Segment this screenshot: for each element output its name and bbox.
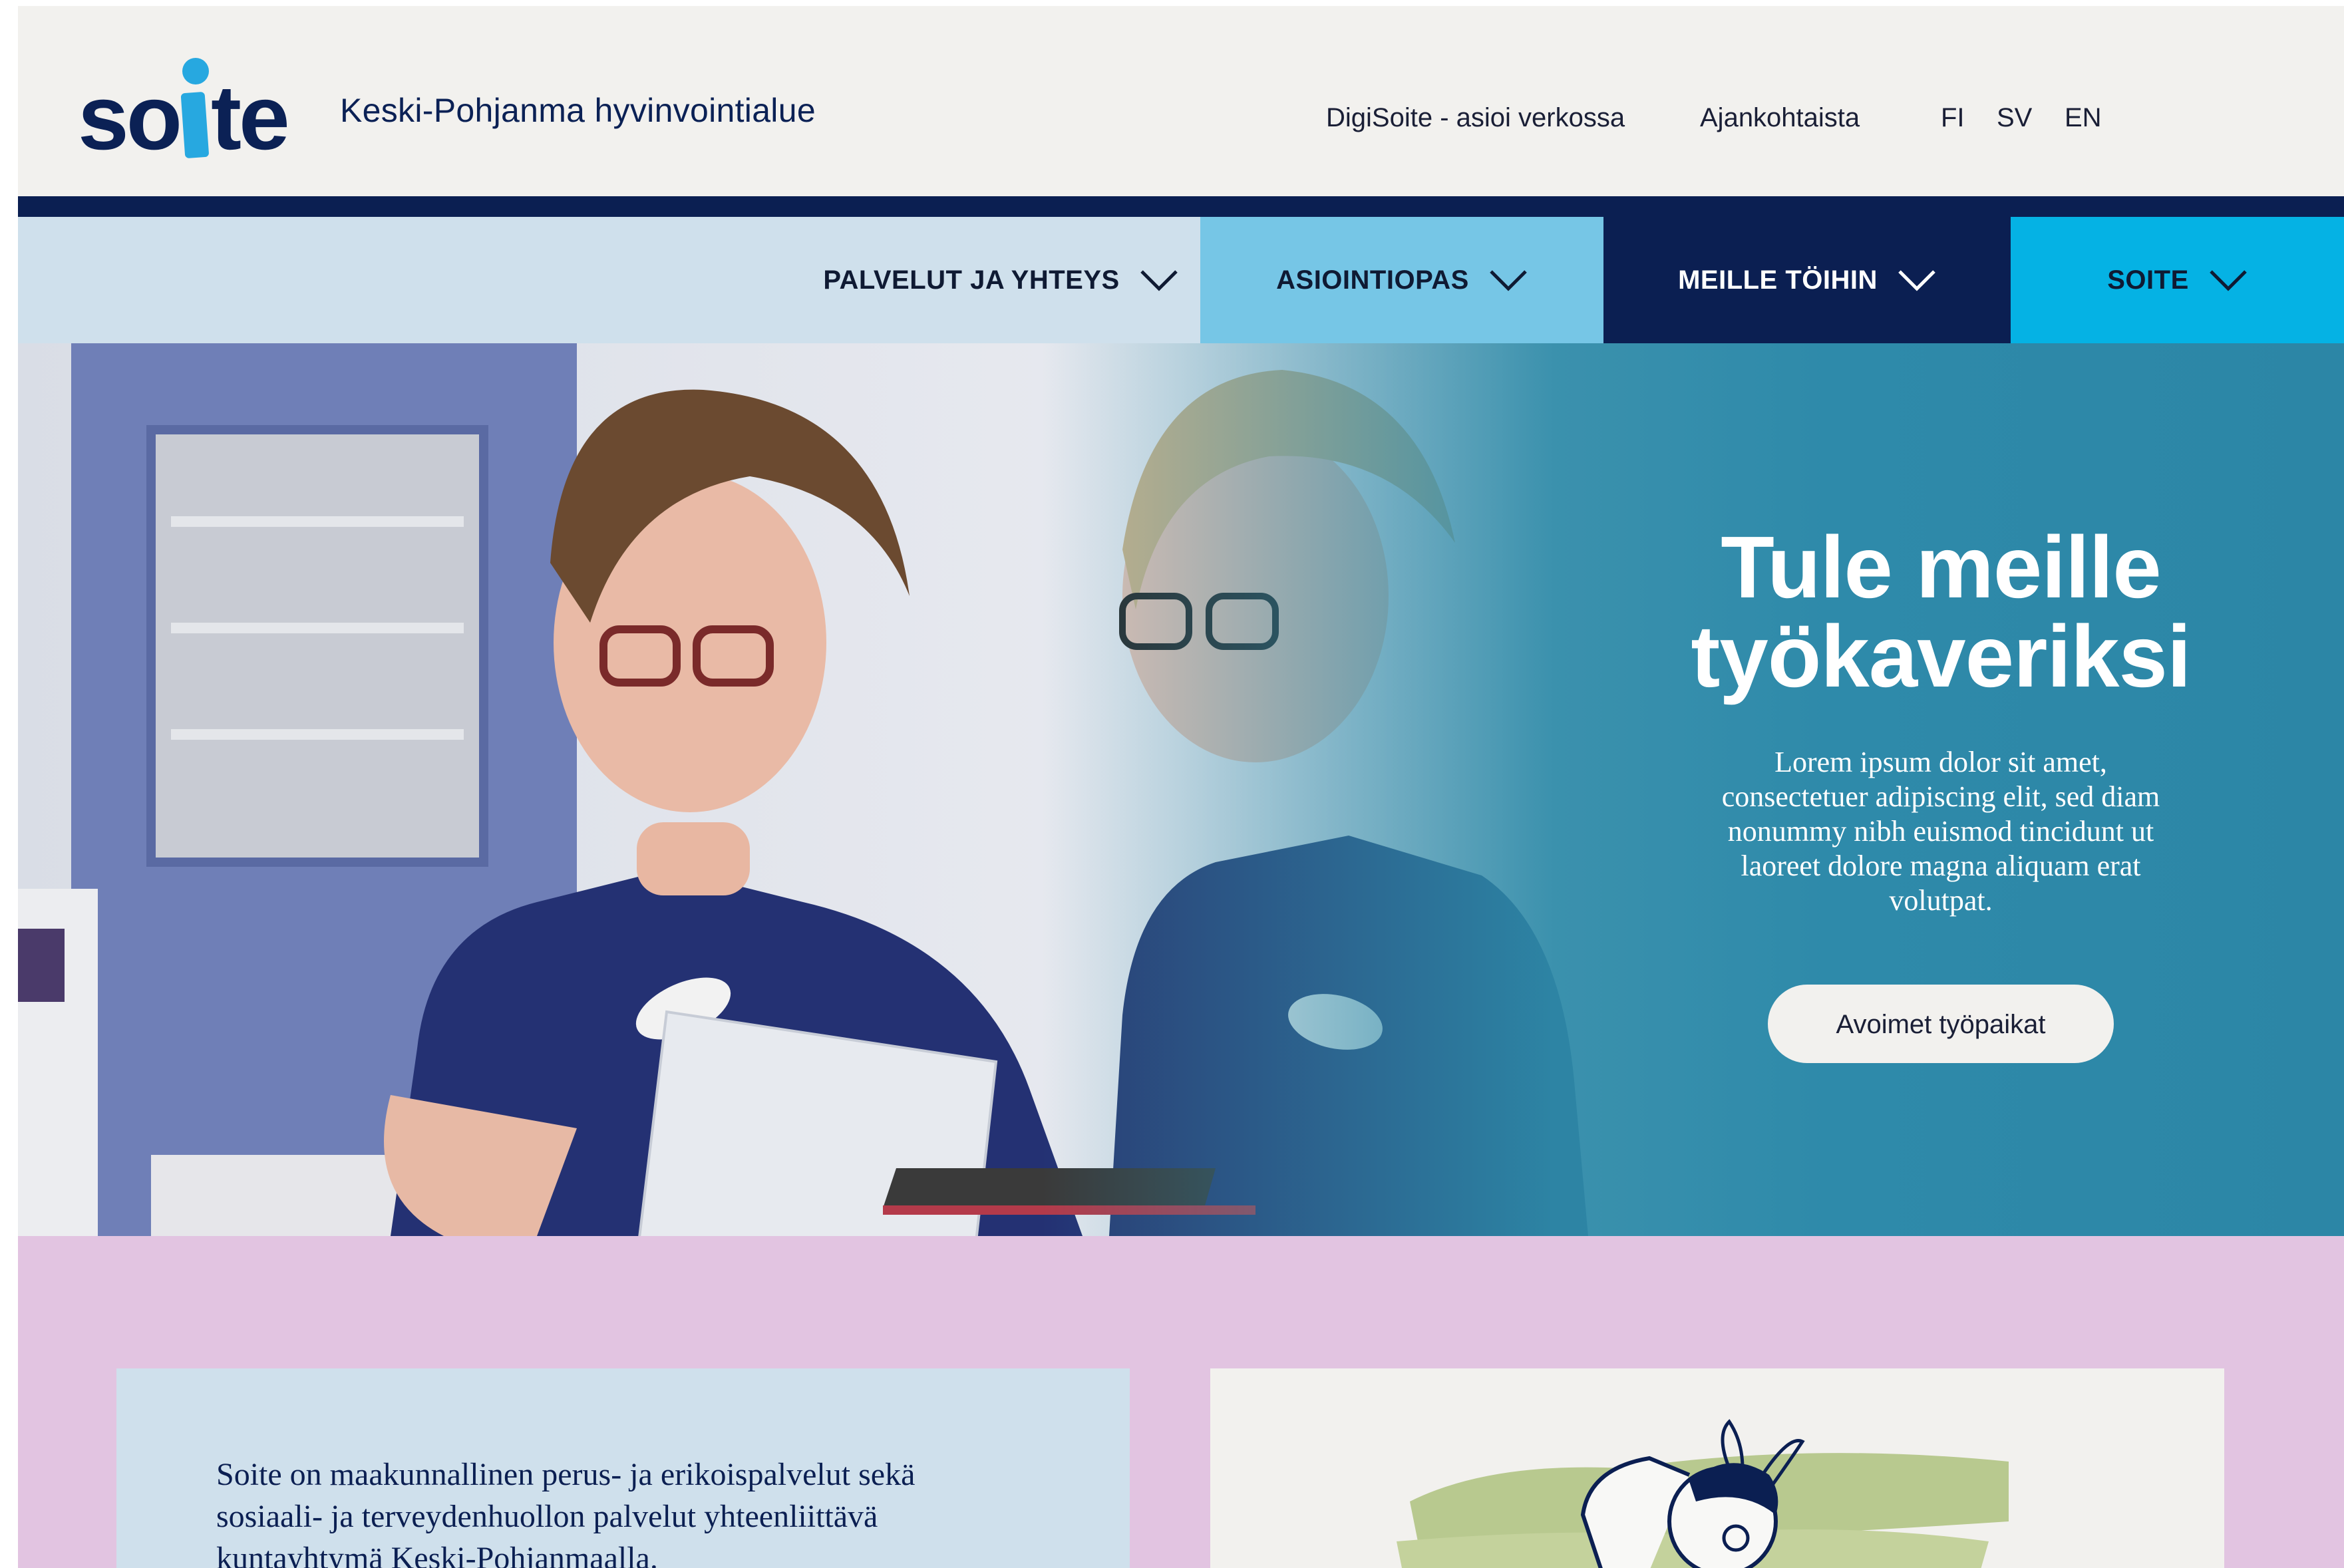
person-illustration [1397,1419,2009,1568]
chevron-down-icon [1898,270,1935,291]
lang-fi-link[interactable]: FI [1941,103,1965,133]
header-divider [18,196,2344,217]
nav-tab-label: SOITE [2107,265,2189,295]
digisoite-link[interactable]: DigiSoite - asioi verkossa [1326,103,1625,133]
page: so te Keski-Pohjanma hyvinvointialue Dig… [18,6,2344,1568]
site-header: so te Keski-Pohjanma hyvinvointialue Dig… [18,6,2344,196]
intro-text: Soite on maakunnallinen perus- ja erikoi… [216,1457,916,1568]
main-navigation: PALVELUT JA YHTEYS ASIOINTIOPAS MEILLE T… [18,217,2344,343]
illustration-card [1210,1368,2224,1568]
chevron-down-icon [1490,270,1527,291]
person-icon [1580,1419,1805,1568]
hero-title-line: Tule meille [1721,518,2161,616]
nav-tab-palvelut[interactable]: PALVELUT JA YHTEYS [784,217,1217,343]
intro-section: Soite on maakunnallinen perus- ja erikoi… [18,1236,2344,1568]
chevron-down-icon [1140,270,1178,291]
hero-title: Tule meille työkaveriksi [1668,523,2214,701]
open-positions-button[interactable]: Avoimet työpaikat [1768,985,2114,1063]
soite-logo[interactable]: so te [78,53,317,169]
nav-tab-label: PALVELUT JA YHTEYS [823,265,1120,295]
chevron-down-icon [2209,270,2247,291]
intro-card: Soite on maakunnallinen perus- ja erikoi… [116,1368,1130,1568]
lang-sv-link[interactable]: SV [1997,103,2032,133]
nav-tab-label: MEILLE TÖIHIN [1678,265,1878,295]
nav-tab-asiointiopas[interactable]: ASIOINTIOPAS [1200,217,1603,343]
hero-text: Lorem ipsum dolor sit amet, consectetuer… [1721,746,2160,917]
hero-content: Tule meille työkaveriksi Lorem ipsum dol… [1668,523,2214,1063]
nav-tab-label: ASIOINTIOPAS [1276,265,1469,295]
nav-tab-meille-toihin[interactable]: MEILLE TÖIHIN [1603,217,2011,343]
hero-banner: Tule meille työkaveriksi Lorem ipsum dol… [18,343,2344,1236]
hero-title-line: työkaveriksi [1691,607,2191,705]
svg-text:so: so [78,67,180,166]
ajankohtaista-link[interactable]: Ajankohtaista [1700,103,1860,133]
region-name: Keski-Pohjanma hyvinvointialue [340,92,816,129]
svg-text:te: te [211,67,287,166]
nav-tab-soite[interactable]: SOITE [2011,217,2344,343]
lang-en-link[interactable]: EN [2065,103,2102,133]
